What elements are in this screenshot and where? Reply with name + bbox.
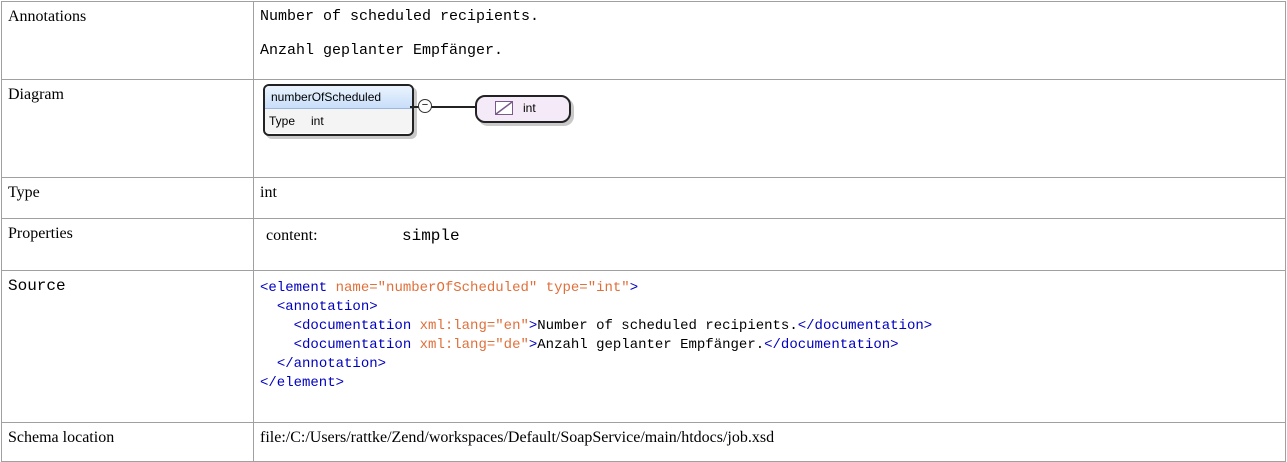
src-doc-close-en: </documentation> — [797, 318, 933, 334]
element-type-value: int — [311, 114, 324, 128]
type-label: Type — [1, 177, 254, 219]
property-key: content: — [266, 227, 318, 244]
src-attr-name-value: "numberOfScheduled" — [377, 280, 538, 296]
properties-value: content: simple — [253, 218, 1286, 271]
diagram-label: Diagram — [1, 79, 254, 178]
schema-location-label: Schema location — [1, 422, 254, 462]
property-value: simple — [402, 227, 460, 245]
simple-type-name: int — [523, 101, 536, 115]
properties-row: Properties content: simple — [1, 218, 1286, 271]
element-type-key: Type — [269, 114, 296, 128]
annotations-label: Annotations — [1, 1, 254, 80]
src-element-close: </element> — [260, 375, 345, 391]
element-properties-table: Annotations Number of scheduled recipien… — [1, 1, 1286, 462]
src-doc-open-en: <documentation — [293, 318, 412, 334]
simple-type-box[interactable]: int — [475, 95, 571, 123]
src-doc-de-text: Anzahl geplanter Empfänger. — [537, 337, 765, 353]
diagram-value: numberOfScheduled Type int − int — [253, 79, 1286, 178]
element-name: numberOfScheduled — [265, 86, 412, 109]
src-xml-lang-en: xml:lang= — [419, 318, 496, 334]
properties-label: Properties — [1, 218, 254, 271]
src-gt: > — [629, 280, 639, 296]
source-label: Source — [1, 270, 254, 423]
src-annotation-close: </annotation> — [276, 356, 387, 372]
type-row: Type int — [1, 177, 1286, 219]
src-xml-lang-de: xml:lang= — [419, 337, 496, 353]
element-type-row: Type int — [265, 109, 412, 133]
source-row: Source <element name="numberOfScheduled"… — [1, 270, 1286, 423]
src-doc-en-text: Number of scheduled recipients. — [537, 318, 798, 334]
src-lang-en: "en" — [495, 318, 529, 334]
source-value: <element name="numberOfScheduled" type="… — [253, 270, 1286, 423]
schema-location-value: file:/C:/Users/rattke/Zend/workspaces/De… — [253, 422, 1286, 462]
annotations-row: Annotations Number of scheduled recipien… — [1, 1, 1286, 80]
schema-diagram: numberOfScheduled Type int − int — [260, 82, 580, 142]
annotation-de: Anzahl geplanter Empfänger. — [260, 42, 504, 59]
src-attr-type-value: "int" — [587, 280, 630, 296]
src-attr-name: name= — [335, 280, 378, 296]
collapse-icon[interactable]: − — [418, 99, 432, 113]
src-doc-close-de: </documentation> — [764, 337, 899, 353]
src-lang-de: "de" — [495, 337, 529, 353]
src-element-tag: <element — [260, 280, 328, 296]
simple-type-icon — [495, 101, 513, 115]
element-box[interactable]: numberOfScheduled Type int — [263, 84, 414, 136]
annotation-en: Number of scheduled recipients. — [260, 8, 540, 25]
schema-location-row: Schema location file:/C:/Users/rattke/Ze… — [1, 422, 1286, 462]
annotations-value: Number of scheduled recipients. Anzahl g… — [253, 1, 1286, 80]
src-attr-type: type= — [545, 280, 588, 296]
property-content: content: simple — [260, 219, 1279, 245]
src-doc-open-de: <documentation — [293, 337, 412, 353]
type-value: int — [253, 177, 1286, 219]
src-annotation-open: <annotation> — [276, 299, 378, 315]
source-code: <element name="numberOfScheduled" type="… — [260, 279, 1279, 393]
diagram-row: Diagram numberOfScheduled Type int − int — [1, 79, 1286, 178]
